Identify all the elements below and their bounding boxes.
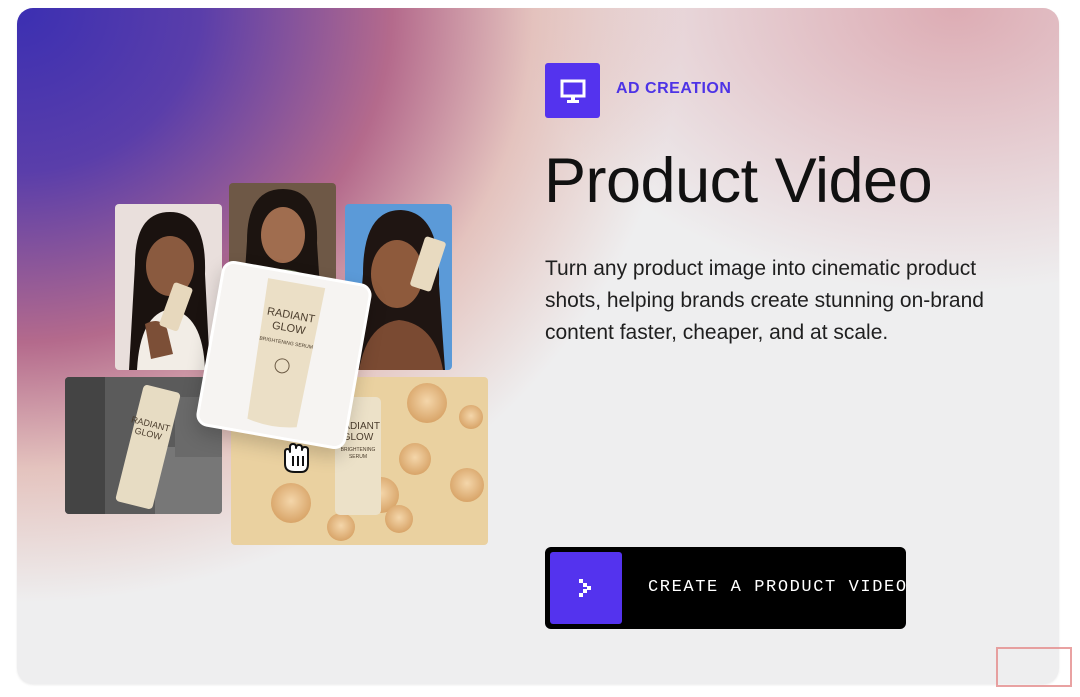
chevron-right-icon — [579, 579, 591, 597]
featured-product-card[interactable]: RADIANT GLOW BRIGHTENING SERUM — [194, 259, 374, 451]
grab-cursor-icon — [284, 443, 309, 473]
page-title: Product Video — [544, 146, 933, 216]
category-label: AD CREATION — [616, 80, 732, 97]
ad-creation-badge — [545, 63, 600, 118]
svg-text:SERUM: SERUM — [349, 454, 367, 460]
svg-text:BRIGHTENING: BRIGHTENING — [341, 447, 376, 453]
svg-text:GLOW: GLOW — [343, 432, 374, 443]
model-photo-1 — [115, 204, 222, 370]
watermark-stamp — [996, 647, 1072, 687]
cta-icon-box — [550, 552, 622, 624]
product-description: Turn any product image into cinematic pr… — [545, 257, 984, 344]
monitor-icon — [560, 79, 585, 103]
cta-label: CREATE A PRODUCT VIDEO — [648, 578, 908, 597]
product-video-card: RADIANT GLOW RADIANT GLOW BRIGHTENING SE… — [17, 8, 1059, 684]
create-product-video-button[interactable]: CREATE A PRODUCT VIDEO — [545, 547, 906, 629]
